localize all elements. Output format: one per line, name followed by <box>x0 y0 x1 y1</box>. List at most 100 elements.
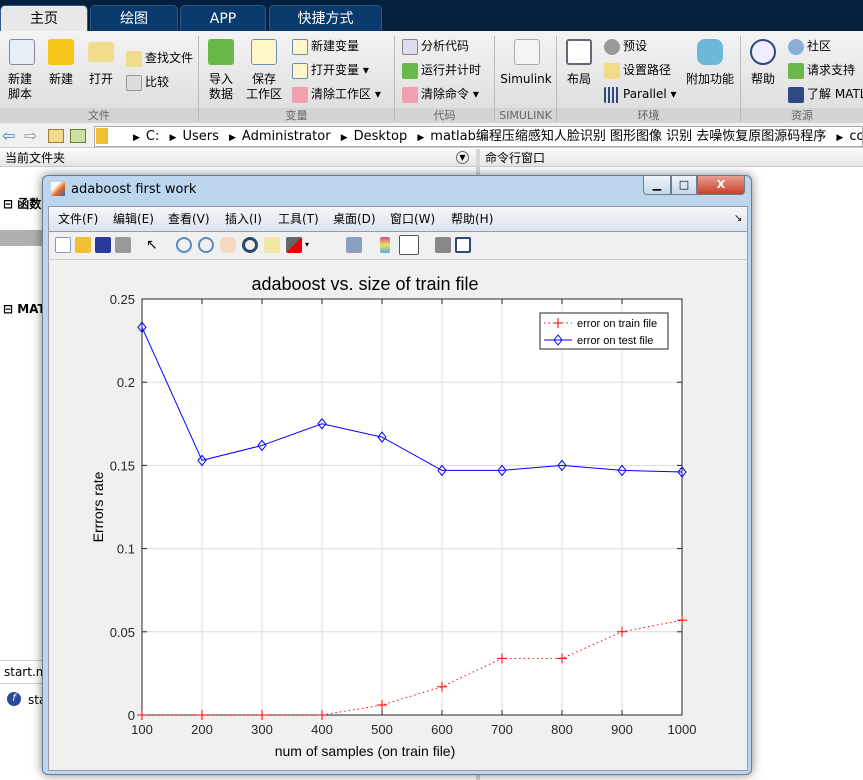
x-tick-label: 600 <box>431 722 453 737</box>
new-script-icon <box>9 39 35 65</box>
figure-menu-bar: 文件(F) 编辑(E) 查看(V) 插入(I) 工具(T) 桌面(D) 窗口(W… <box>48 206 748 232</box>
community-button[interactable]: 社区 <box>788 38 831 55</box>
pointer-icon[interactable]: ↖ <box>146 237 162 253</box>
current-folder-header: 当前文件夹 <box>0 149 476 167</box>
new-script-button[interactable]: 新建 脚本 <box>2 72 38 102</box>
zoom-out-icon[interactable] <box>198 237 214 253</box>
maximize-button[interactable]: □ <box>671 176 697 195</box>
close-button[interactable]: X <box>697 176 745 195</box>
breadcrumb-item[interactable]: Administrator <box>242 129 331 144</box>
save-workspace-button[interactable]: 保存 工作区 <box>244 72 284 102</box>
details-header: start.m <box>0 660 42 684</box>
breadcrumb-separator: ▶ <box>229 133 236 143</box>
hide-plot-tools-icon[interactable] <box>435 237 451 253</box>
functions-group[interactable]: ⊟ 函数 <box>3 195 41 212</box>
zoom-in-icon[interactable] <box>176 237 192 253</box>
parallel-label: Parallel <box>623 87 667 101</box>
preferences-button[interactable]: 预设 <box>604 38 647 55</box>
new-variable-button[interactable]: 新建变量 <box>292 38 359 55</box>
run-and-time-button[interactable]: 运行并计时 <box>402 62 481 79</box>
save-icon[interactable] <box>95 237 111 253</box>
run-and-time-label: 运行并计时 <box>421 63 482 77</box>
menu-tools[interactable]: 工具(T) <box>278 207 319 231</box>
find-files-icon <box>126 50 142 67</box>
legend-icon[interactable] <box>399 235 419 255</box>
menu-desktop[interactable]: 桌面(D) <box>333 207 376 231</box>
menu-file[interactable]: 文件(F) <box>58 207 98 231</box>
learn-matlab-button[interactable]: 了解 MATLAB <box>788 86 863 103</box>
figure-window: adaboost first work ▁ □ X 文件(F) 编辑(E) 查看… <box>42 175 752 775</box>
pan-icon[interactable] <box>220 237 236 253</box>
plot-area <box>142 299 682 715</box>
browse-folder-icon[interactable] <box>70 129 86 143</box>
breadcrumb-item[interactable]: matlab编程压缩感知人脸识别 图形图像 识别 去噪恢复原图源码程序 <box>430 129 826 144</box>
breadcrumb-item[interactable]: Users <box>182 129 218 144</box>
functions-label: 函数 <box>17 197 42 211</box>
address-bar[interactable]: ▶ C: ▶ Users ▶ Administrator ▶ Desktop ▶ matl… <box>94 126 863 147</box>
panel-menu-icon[interactable]: ▼ <box>456 151 469 164</box>
open-variable-button[interactable]: 打开变量 ▾ <box>292 62 369 79</box>
compare-button[interactable]: 比较 <box>126 74 169 91</box>
gear-icon <box>604 38 620 55</box>
clear-commands-button[interactable]: 清除命令 ▾ <box>402 86 479 103</box>
rotate-icon[interactable] <box>242 237 258 253</box>
figure-canvas: adaboost vs. size of train file num of s… <box>48 259 748 771</box>
menu-help[interactable]: 帮助(H) <box>451 207 493 231</box>
breadcrumb-item[interactable]: C: <box>146 129 159 144</box>
save-workspace-icon <box>251 39 277 65</box>
menu-view[interactable]: 查看(V) <box>168 207 210 231</box>
new-figure-icon[interactable] <box>55 237 71 253</box>
find-files-button[interactable]: 查找文件 <box>126 50 193 67</box>
breadcrumb-separator: ▶ <box>169 133 177 143</box>
new-button[interactable]: 新建 <box>44 72 78 87</box>
breadcrumb-item[interactable]: Desktop <box>354 129 408 144</box>
request-support-label: 请求支持 <box>807 63 856 77</box>
brush-dropdown-icon[interactable]: ▾ <box>305 237 313 253</box>
simulink-button[interactable]: Simulink <box>500 72 552 87</box>
eraser-icon <box>402 86 418 103</box>
back-arrow-icon[interactable]: ⇦ <box>2 128 15 144</box>
open-button[interactable]: 打开 <box>84 72 118 87</box>
show-plot-tools-icon[interactable] <box>455 237 471 253</box>
import-data-button[interactable]: 导入 数据 <box>203 72 239 102</box>
request-support-button[interactable]: 请求支持 <box>788 62 855 79</box>
forward-arrow-icon[interactable]: ⇨ <box>24 128 37 144</box>
clear-commands-label: 清除命令 <box>421 87 470 101</box>
tab-shortcuts[interactable]: 快捷方式 <box>269 5 382 31</box>
tab-apps[interactable]: APP <box>180 5 266 31</box>
menu-edit[interactable]: 编辑(E) <box>113 207 154 231</box>
dock-arrow-icon[interactable]: ↘ <box>734 207 742 231</box>
layout-button[interactable]: 布局 <box>561 72 597 87</box>
help-button[interactable]: 帮助 <box>745 72 781 87</box>
tab-home[interactable]: 主页 <box>0 5 88 31</box>
set-path-button[interactable]: 设置路径 <box>604 62 671 79</box>
x-tick-label: 800 <box>551 722 573 737</box>
x-tick-label: 1000 <box>668 722 697 737</box>
menu-insert[interactable]: 插入(I) <box>225 207 262 231</box>
brush-icon[interactable] <box>286 237 302 253</box>
link-plot-icon[interactable] <box>346 237 362 253</box>
menu-window[interactable]: 窗口(W) <box>390 207 435 231</box>
y-tick-label: 0.25 <box>110 292 135 307</box>
analyze-code-label: 分析代码 <box>421 39 470 53</box>
tab-plots[interactable]: 绘图 <box>90 5 178 31</box>
y-tick-label: 0.15 <box>110 458 135 473</box>
open-file-icon[interactable] <box>75 237 91 253</box>
selected-file-row[interactable] <box>0 230 42 246</box>
up-folder-icon[interactable] <box>48 129 64 143</box>
y-axis-label: Errrors rate <box>90 471 106 542</box>
learn-matlab-label: 了解 MATLAB <box>807 87 863 101</box>
plus-icon <box>48 39 74 65</box>
parallel-button[interactable]: Parallel ▾ <box>604 86 677 103</box>
y-tick-label: 0.1 <box>117 542 135 557</box>
x-axis-label: num of samples (on train file) <box>275 743 456 759</box>
clear-workspace-button[interactable]: 清除工作区 ▾ <box>292 86 381 103</box>
breadcrumb-item[interactable]: code <box>849 129 862 144</box>
analyze-code-button[interactable]: 分析代码 <box>402 38 469 55</box>
print-icon[interactable] <box>115 237 131 253</box>
data-cursor-icon[interactable] <box>264 237 280 253</box>
colorbar-icon[interactable] <box>380 237 390 253</box>
addons-button[interactable]: 附加功能 <box>684 72 736 87</box>
chart: adaboost vs. size of train file num of s… <box>90 274 697 759</box>
minimize-button[interactable]: ▁ <box>643 176 671 195</box>
